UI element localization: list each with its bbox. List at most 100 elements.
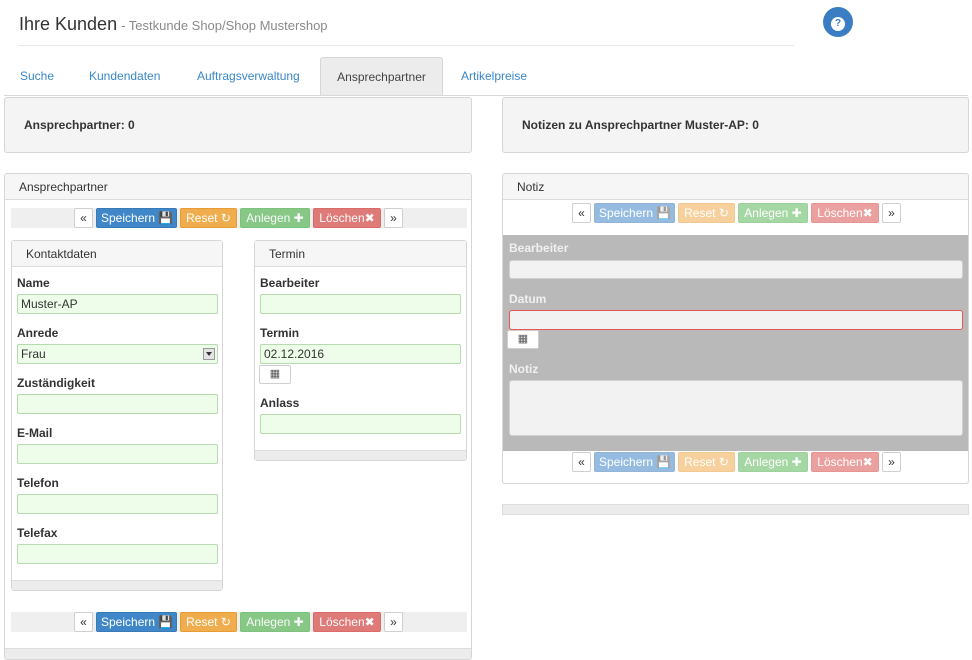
- delete-label: Löschen: [319, 615, 365, 629]
- notiz-list-footer: [502, 504, 969, 515]
- notiz-textarea[interactable]: [509, 380, 963, 436]
- zustaendigkeit-field[interactable]: [17, 394, 218, 414]
- anlass-field[interactable]: [260, 414, 461, 434]
- help-button[interactable]: ?: [823, 7, 853, 37]
- anrede-select[interactable]: Frau: [17, 344, 218, 364]
- next-button[interactable]: »: [384, 208, 403, 228]
- notiz-disabled-overlay: Bearbeiter Datum ▦ Notiz: [503, 235, 968, 451]
- delete-label: Löschen: [817, 206, 863, 220]
- zustaendigkeit-label: Zuständigkeit: [17, 376, 96, 390]
- tab-kundendaten[interactable]: Kundendaten: [89, 57, 160, 95]
- termin-panel: Termin Bearbeiter Termin 02.12.2016 ▦ An…: [254, 240, 467, 461]
- add-button[interactable]: Anlegen ✚: [738, 452, 808, 472]
- save-label: Speichern: [599, 206, 654, 220]
- email-label: E-Mail: [17, 426, 53, 440]
- prev-button[interactable]: «: [572, 452, 591, 472]
- summary-ansprechpartner: Ansprechpartner: 0: [4, 97, 472, 153]
- notiz-datum-field[interactable]: [509, 310, 963, 330]
- question-circle-icon: ?: [831, 17, 845, 31]
- add-label: Anlegen: [744, 455, 789, 469]
- next-button[interactable]: »: [384, 612, 403, 632]
- calendar-icon[interactable]: ▦: [507, 330, 539, 349]
- contact-panel-title: Ansprechpartner: [5, 174, 471, 200]
- refresh-icon: ↻: [718, 206, 729, 220]
- page-title-text: Ihre Kunden: [19, 14, 118, 34]
- refresh-icon: ↻: [718, 455, 729, 469]
- save-button[interactable]: Speichern 💾: [96, 612, 177, 632]
- plus-icon: ✚: [791, 455, 802, 469]
- page-title: Ihre Kunden - Testkunde Shop/Shop Musters…: [19, 14, 328, 35]
- reset-label: Reset: [186, 211, 218, 225]
- next-button[interactable]: »: [882, 452, 901, 472]
- reset-button[interactable]: Reset ↻: [678, 203, 735, 223]
- termin-title: Termin: [255, 241, 466, 267]
- notiz-bearbeiter-label: Bearbeiter: [509, 241, 569, 255]
- save-button[interactable]: Speichern 💾: [594, 203, 675, 223]
- floppy-icon: 💾: [656, 206, 672, 220]
- delete-button[interactable]: Löschen✖: [811, 203, 879, 223]
- close-icon: ✖: [364, 615, 375, 629]
- email-field[interactable]: [17, 444, 218, 464]
- notiz-toolbar-bottom: « Speichern 💾 Reset ↻ Anlegen ✚ Löschen✖…: [503, 452, 968, 472]
- telefon-label: Telefon: [17, 476, 59, 490]
- prev-button[interactable]: «: [74, 612, 93, 632]
- telefax-field[interactable]: [17, 544, 218, 564]
- contact-toolbar-bottom: « Speichern 💾 Reset ↻ Anlegen ✚ Löschen✖…: [11, 612, 467, 632]
- page-subtitle: - Testkunde Shop/Shop Mustershop: [121, 18, 328, 33]
- prev-button[interactable]: «: [74, 208, 93, 228]
- anrede-label: Anrede: [17, 326, 59, 340]
- add-label: Anlegen: [246, 615, 291, 629]
- reset-label: Reset: [186, 615, 218, 629]
- delete-button[interactable]: Löschen✖: [811, 452, 879, 472]
- floppy-icon: 💾: [158, 615, 174, 629]
- add-label: Anlegen: [744, 206, 789, 220]
- telefon-field[interactable]: [17, 494, 218, 514]
- termin-footer: [255, 450, 466, 460]
- notiz-bearbeiter-field[interactable]: [509, 260, 963, 279]
- close-icon: ✖: [862, 206, 873, 220]
- termin-label: Termin: [260, 326, 300, 340]
- floppy-icon: 💾: [656, 455, 672, 469]
- tab-artikelpreise[interactable]: Artikelpreise: [461, 57, 527, 95]
- plus-icon: ✚: [293, 615, 304, 629]
- summary-right-text: Notizen zu Ansprechpartner Muster-AP: 0: [522, 118, 759, 132]
- tab-ansprechpartner[interactable]: Ansprechpartner: [320, 57, 443, 95]
- kontaktdaten-title: Kontaktdaten: [12, 241, 222, 267]
- save-button[interactable]: Speichern 💾: [594, 452, 675, 472]
- save-label: Speichern: [101, 615, 156, 629]
- name-label: Name: [17, 276, 50, 290]
- telefax-label: Telefax: [17, 526, 58, 540]
- plus-icon: ✚: [293, 211, 304, 225]
- delete-label: Löschen: [319, 211, 365, 225]
- calendar-icon[interactable]: ▦: [259, 365, 291, 384]
- reset-button[interactable]: Reset ↻: [180, 612, 237, 632]
- delete-button[interactable]: Löschen✖: [313, 208, 381, 228]
- name-field[interactable]: Muster-AP: [17, 294, 218, 314]
- bearbeiter-label: Bearbeiter: [260, 276, 320, 290]
- contact-panel: Ansprechpartner « Speichern 💾 Reset ↻ An…: [4, 173, 472, 660]
- notiz-panel-title: Notiz: [503, 174, 968, 200]
- close-icon: ✖: [862, 455, 873, 469]
- prev-button[interactable]: «: [572, 203, 591, 223]
- add-button[interactable]: Anlegen ✚: [240, 208, 310, 228]
- reset-button[interactable]: Reset ↻: [678, 452, 735, 472]
- refresh-icon: ↻: [220, 615, 231, 629]
- reset-label: Reset: [684, 206, 716, 220]
- reset-button[interactable]: Reset ↻: [180, 208, 237, 228]
- summary-notizen: Notizen zu Ansprechpartner Muster-AP: 0: [502, 97, 969, 153]
- tab-auftragsverwaltung[interactable]: Auftragsverwaltung: [197, 57, 300, 95]
- delete-button[interactable]: Löschen✖: [313, 612, 381, 632]
- save-button[interactable]: Speichern 💾: [96, 208, 177, 228]
- title-divider: [18, 45, 794, 46]
- save-label: Speichern: [101, 211, 156, 225]
- termin-date-field[interactable]: 02.12.2016: [260, 344, 461, 364]
- next-button[interactable]: »: [882, 203, 901, 223]
- plus-icon: ✚: [791, 206, 802, 220]
- bearbeiter-field[interactable]: [260, 294, 461, 314]
- add-button[interactable]: Anlegen ✚: [738, 203, 808, 223]
- add-button[interactable]: Anlegen ✚: [240, 612, 310, 632]
- tab-suche[interactable]: Suche: [20, 57, 54, 95]
- reset-label: Reset: [684, 455, 716, 469]
- kontaktdaten-panel: Kontaktdaten Name Muster-AP Anrede Frau …: [11, 240, 223, 591]
- anrede-value: Frau: [21, 347, 46, 361]
